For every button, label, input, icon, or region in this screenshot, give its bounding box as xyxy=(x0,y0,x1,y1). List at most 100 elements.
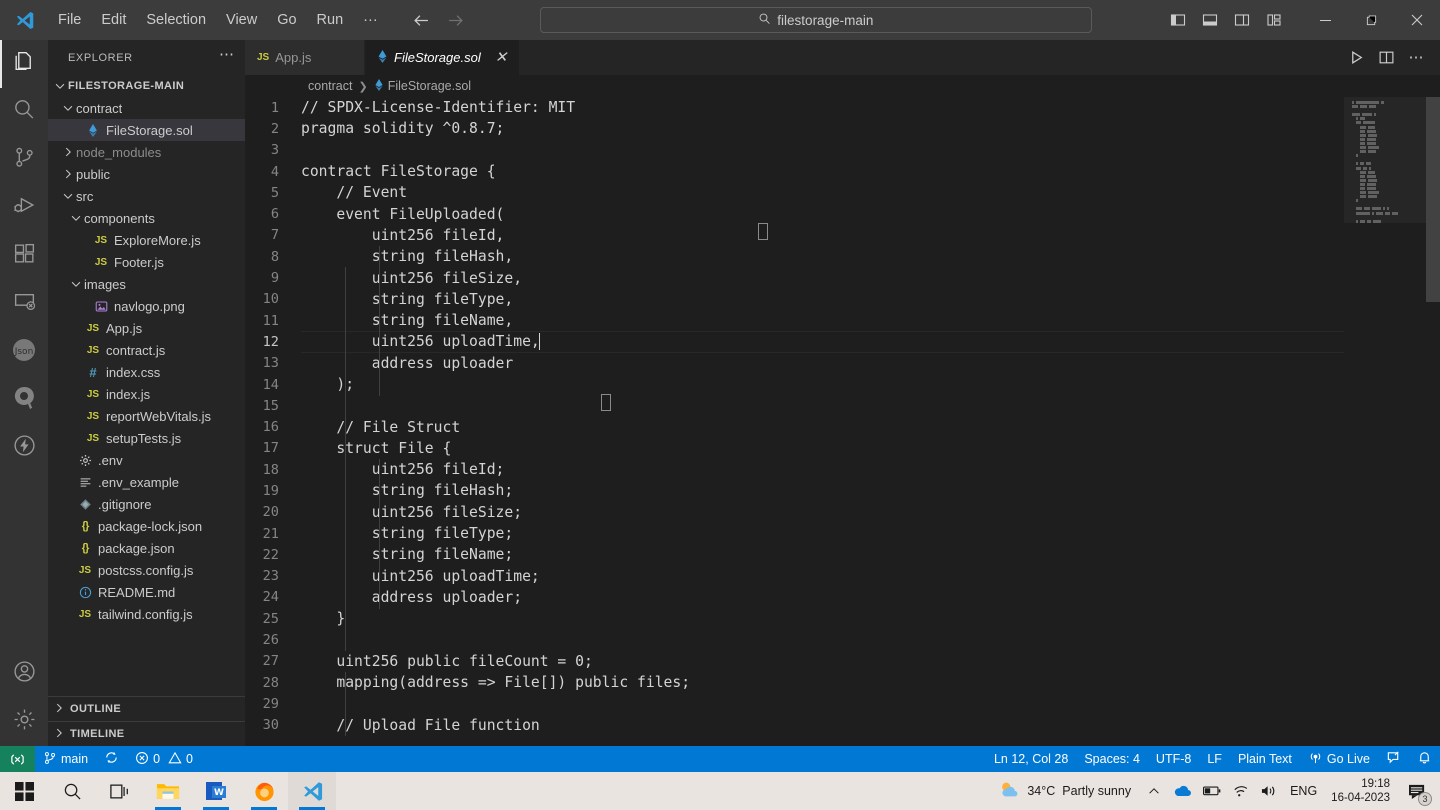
tree-file[interactable]: JScontract.js xyxy=(48,339,245,361)
code-line[interactable]: 27 uint256 public fileCount = 0; xyxy=(245,651,1344,672)
activitybar-item-extensions[interactable] xyxy=(0,232,48,280)
file-explorer-button[interactable] xyxy=(144,772,192,810)
tree-file[interactable]: README.md xyxy=(48,581,245,603)
code-line[interactable]: 19 string fileHash; xyxy=(245,480,1344,501)
activitybar-item-explorer[interactable] xyxy=(0,40,48,88)
tree-file[interactable]: JSindex.js xyxy=(48,383,245,405)
language-indicator[interactable]: ENG xyxy=(1284,772,1323,810)
tree-folder[interactable]: components xyxy=(48,207,245,229)
tree-folder[interactable]: public xyxy=(48,163,245,185)
status-cursor-position[interactable]: Ln 12, Col 28 xyxy=(986,746,1076,772)
activitybar-item-remote-explorer[interactable] xyxy=(0,280,48,328)
code-line[interactable]: 25 } xyxy=(245,608,1344,629)
tree-file[interactable]: JSApp.js xyxy=(48,317,245,339)
status-branch[interactable]: main xyxy=(35,746,96,772)
status-eol[interactable]: LF xyxy=(1199,746,1230,772)
code-line[interactable]: 11 string fileName, xyxy=(245,310,1344,331)
code-line[interactable]: 16 // File Struct xyxy=(245,416,1344,437)
tree-folder[interactable]: images xyxy=(48,273,245,295)
code-line[interactable]: 28 mapping(address => File[]) public fil… xyxy=(245,672,1344,693)
show-hidden-icons-button[interactable] xyxy=(1141,772,1167,810)
code-line[interactable]: 15 xyxy=(245,395,1344,416)
maximize-button[interactable] xyxy=(1348,0,1394,40)
code-line[interactable]: 24 address uploader; xyxy=(245,587,1344,608)
tree-file[interactable]: #index.css xyxy=(48,361,245,383)
code-viewport[interactable]: 1// SPDX-License-Identifier: MIT2pragma … xyxy=(245,97,1344,746)
code-line[interactable]: 21 string fileType; xyxy=(245,523,1344,544)
close-button[interactable] xyxy=(1394,0,1440,40)
activitybar-item-source-control[interactable] xyxy=(0,136,48,184)
chevron-right-icon[interactable] xyxy=(60,167,76,181)
menu-file[interactable]: File xyxy=(49,6,90,34)
ellipsis-icon[interactable]: ⋯ xyxy=(219,51,235,65)
battery-icon[interactable] xyxy=(1197,772,1227,810)
menu-more[interactable]: ··· xyxy=(354,6,387,34)
menu-selection[interactable]: Selection xyxy=(137,6,215,34)
code-line[interactable]: 29 xyxy=(245,693,1344,714)
tree-root[interactable]: FILESTORAGE-MAIN xyxy=(48,75,245,97)
activitybar-item-run-and-debug[interactable] xyxy=(0,184,48,232)
chevron-down-icon[interactable] xyxy=(60,101,76,115)
chevron-down-icon[interactable] xyxy=(60,189,76,203)
code-line[interactable]: 7 uint256 fileId, xyxy=(245,225,1344,246)
sidebar-section-outline[interactable]: OUTLINE xyxy=(48,696,245,721)
firefox-button[interactable] xyxy=(240,772,288,810)
tree-file[interactable]: .env_example xyxy=(48,471,245,493)
code-line[interactable]: 12 uint256 uploadTime, xyxy=(245,331,1344,352)
tab-filestorage-sol[interactable]: FileStorage.sol ✕ xyxy=(365,40,520,75)
breadcrumb-item-filestorage-sol[interactable]: FileStorage.sol xyxy=(374,79,471,93)
tab-app-js[interactable]: JS App.js ✕ xyxy=(245,40,365,75)
activitybar-item-quokka[interactable] xyxy=(0,376,48,424)
go-back-button[interactable] xyxy=(410,8,434,32)
word-button[interactable]: W xyxy=(192,772,240,810)
code-line[interactable]: 8 string fileHash, xyxy=(245,246,1344,267)
taskbar-clock[interactable]: 19:18 16-04-2023 xyxy=(1323,777,1398,805)
activitybar-item-manage[interactable] xyxy=(0,698,48,746)
notification-center-button[interactable]: 3 xyxy=(1398,772,1436,810)
command-center[interactable]: filestorage-main xyxy=(540,7,1092,33)
tree-file[interactable]: {}package-lock.json xyxy=(48,515,245,537)
status-problems[interactable]: 0 0 xyxy=(127,746,201,772)
code-line[interactable]: 22 string fileName; xyxy=(245,544,1344,565)
editor-scrollbar[interactable] xyxy=(1426,97,1440,746)
activitybar-item-search[interactable] xyxy=(0,88,48,136)
menu-view[interactable]: View xyxy=(217,6,266,34)
code-line[interactable]: 26 xyxy=(245,629,1344,650)
code-line[interactable]: 20 uint256 fileSize; xyxy=(245,502,1344,523)
code-line[interactable]: 6 event FileUploaded( xyxy=(245,203,1344,224)
code-line[interactable]: 23 uint256 uploadTime; xyxy=(245,566,1344,587)
chevron-right-icon[interactable] xyxy=(60,145,76,159)
weather-widget[interactable]: 34°C Partly sunny xyxy=(988,772,1141,810)
layout-sidebar-left-icon[interactable] xyxy=(1164,6,1192,34)
chevron-down-icon[interactable] xyxy=(52,79,68,93)
status-go-live[interactable]: Go Live xyxy=(1300,746,1378,772)
menu-edit[interactable]: Edit xyxy=(92,6,135,34)
sidebar-section-timeline[interactable]: TIMELINE xyxy=(48,721,245,746)
remote-indicator[interactable] xyxy=(0,746,35,772)
tree-file[interactable]: JSreportWebVitals.js xyxy=(48,405,245,427)
tree-file[interactable]: {}package.json xyxy=(48,537,245,559)
code-line[interactable]: 2pragma solidity ^0.8.7; xyxy=(245,118,1344,139)
split-editor-icon[interactable] xyxy=(1372,44,1400,72)
tree-file[interactable]: JStailwind.config.js xyxy=(48,603,245,625)
minimize-button[interactable] xyxy=(1302,0,1348,40)
code-editor[interactable]: 1// SPDX-License-Identifier: MIT2pragma … xyxy=(245,97,1440,746)
code-line[interactable]: 1// SPDX-License-Identifier: MIT xyxy=(245,97,1344,118)
status-language-mode[interactable]: Plain Text xyxy=(1230,746,1300,772)
go-forward-button[interactable] xyxy=(444,8,468,32)
tree-file[interactable]: .gitignore xyxy=(48,493,245,515)
code-line[interactable]: 5 // Event xyxy=(245,182,1344,203)
more-actions-icon[interactable]: ⋯ xyxy=(1402,44,1430,72)
code-line[interactable]: 30 // Upload File function xyxy=(245,715,1344,736)
start-button[interactable] xyxy=(0,772,48,810)
code-line[interactable]: 17 struct File { xyxy=(245,438,1344,459)
code-line[interactable]: 18 uint256 fileId; xyxy=(245,459,1344,480)
wifi-icon[interactable] xyxy=(1227,772,1255,810)
status-notifications[interactable] xyxy=(1409,746,1440,772)
scrollbar-thumb[interactable] xyxy=(1426,97,1440,302)
code-line[interactable]: 3 xyxy=(245,140,1344,161)
close-icon[interactable]: ✕ xyxy=(495,51,508,65)
tree-file[interactable]: JSpostcss.config.js xyxy=(48,559,245,581)
status-indentation[interactable]: Spaces: 4 xyxy=(1076,746,1148,772)
menu-go[interactable]: Go xyxy=(268,6,305,34)
